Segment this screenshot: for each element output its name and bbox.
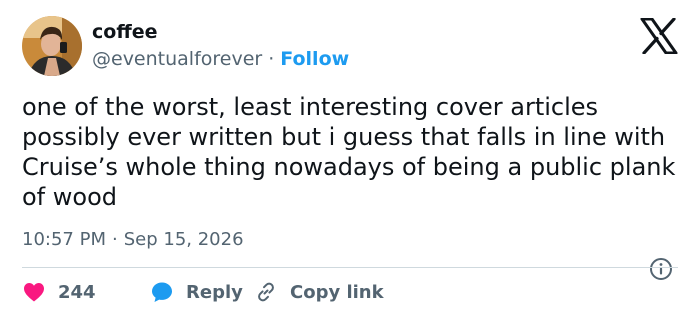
divider [22, 267, 678, 268]
speech-bubble-icon [152, 282, 172, 302]
heart-icon [24, 283, 44, 302]
reply-button[interactable]: Reply [150, 280, 254, 304]
reply-label: Reply [186, 281, 243, 303]
like-count: 244 [58, 281, 96, 303]
like-button[interactable]: 244 [22, 280, 150, 304]
link-icon [258, 282, 274, 302]
tweet-meta: 10:57 PM · Sep 15, 2026 [22, 228, 244, 252]
tweet-text: one of the worst, least interesting cove… [22, 93, 676, 211]
tweet-card: coffee @eventualforever · Follow one of th… [0, 0, 700, 320]
display-name[interactable]: coffee [92, 20, 157, 44]
handle-separator: · [268, 48, 275, 70]
avatar-photo [22, 16, 82, 76]
meta-separator: · [111, 229, 118, 250]
follow-button[interactable]: Follow [280, 48, 349, 70]
info-icon[interactable] [649, 257, 673, 281]
avatar[interactable] [22, 16, 82, 76]
action-bar: 244 Reply Copy link [22, 278, 384, 306]
user-handle[interactable]: @eventualforever [92, 48, 262, 70]
tweet-date[interactable]: Sep 15, 2026 [124, 229, 244, 250]
copy-link-label: Copy link [290, 281, 384, 303]
copy-link-button[interactable]: Copy link [254, 280, 384, 304]
handle-row: @eventualforever · Follow [92, 47, 349, 71]
tweet-time[interactable]: 10:57 PM [22, 229, 106, 250]
x-logo-icon[interactable] [640, 17, 678, 55]
